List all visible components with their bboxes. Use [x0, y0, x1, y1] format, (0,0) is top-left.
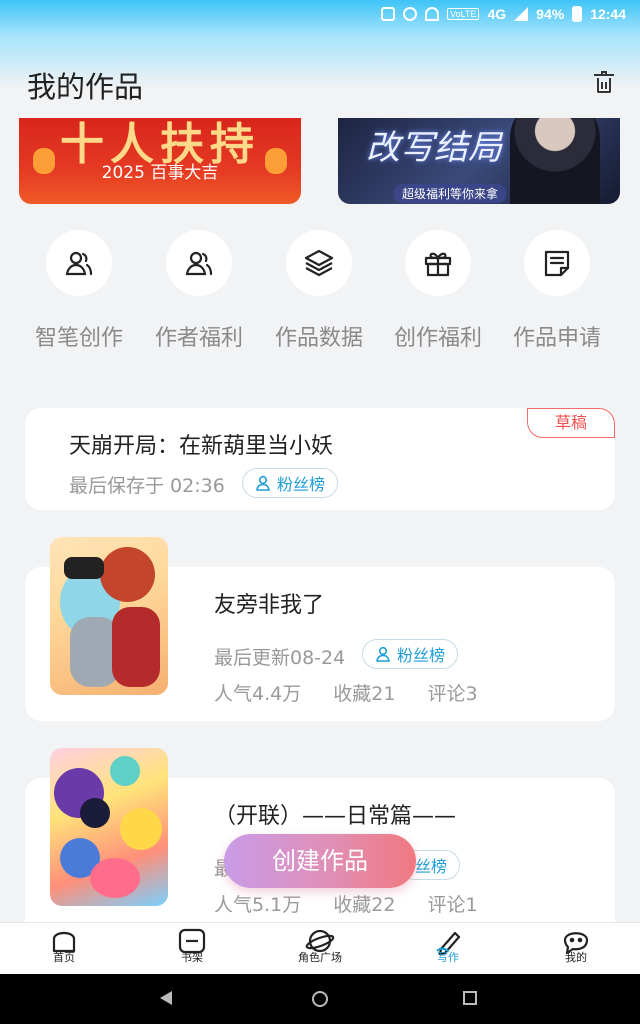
tab-writing[interactable]: 写作 — [408, 927, 488, 965]
action-label: 作品申请 — [512, 326, 601, 351]
status-bar: VoLTE 4G 94% 12:44 — [0, 0, 640, 28]
work-title: （开联）——日常篇—— — [214, 804, 457, 829]
banner-right-title: 改写结局 — [366, 128, 502, 168]
draft-badge: 草稿 — [527, 408, 615, 438]
wifi-icon — [425, 7, 440, 21]
action-label: 作品数据 — [274, 326, 363, 351]
draft-saved-time: 最后保存于 02:36 — [69, 475, 225, 497]
page-header: 我的作品 — [0, 56, 640, 112]
user-pen-icon — [46, 230, 112, 296]
action-label: 作者福利 — [154, 326, 243, 351]
home-button-icon[interactable] — [312, 991, 328, 1007]
promo-banner-left[interactable]: 十人扶持 2025 百事大吉 — [19, 118, 301, 204]
fans-rank-label: 丝榜 — [415, 857, 448, 876]
tab-home[interactable]: 首页 — [24, 927, 104, 965]
signal-icon — [514, 7, 529, 21]
draft-title: 天崩开局：在新葫里当小妖 — [69, 434, 334, 459]
action-label: 创作福利 — [393, 326, 482, 351]
comments: 评论3 — [427, 683, 478, 705]
action-work-data[interactable]: 作品数据 — [259, 230, 379, 352]
work-cover-image[interactable] — [50, 537, 168, 695]
banner-character-image — [510, 118, 600, 204]
bottom-tab-bar: 首页 书架 角色广场 写作 我的 — [0, 922, 640, 974]
trash-icon[interactable] — [594, 71, 614, 94]
tab-label: 角色广场 — [298, 951, 342, 964]
favorites: 收藏22 — [333, 894, 396, 916]
work-stats: 人气5.1万 收藏22 评论1 — [214, 890, 504, 917]
volte-indicator: VoLTE — [447, 8, 480, 20]
popularity: 人气4.4万 — [214, 683, 302, 705]
tab-me[interactable]: 我的 — [536, 927, 616, 965]
layers-icon — [286, 230, 352, 296]
document-icon — [524, 230, 590, 296]
action-creation-welfare[interactable]: 创作福利 — [378, 230, 498, 352]
popularity: 人气5.1万 — [214, 894, 302, 916]
banner-left-subtitle: 2025 百事大吉 — [101, 163, 219, 183]
tab-label: 写作 — [437, 951, 459, 964]
favorites: 收藏21 — [333, 683, 396, 705]
action-label: 智笔创作 — [34, 326, 123, 351]
page-title: 我的作品 — [27, 70, 144, 104]
network-type: 4G — [487, 6, 507, 22]
tab-label: 首页 — [53, 951, 75, 964]
tab-character-plaza[interactable]: 角色广场 — [280, 927, 360, 965]
action-author-welfare[interactable]: 作者福利 — [139, 230, 259, 352]
action-work-apply[interactable]: 作品申请 — [497, 230, 617, 352]
tab-bookshelf[interactable]: 书架 — [152, 927, 232, 965]
alarm-icon — [403, 7, 418, 21]
work-stats: 人气4.4万 收藏21 评论3 — [214, 679, 504, 706]
work-cover-image[interactable] — [50, 748, 168, 906]
draft-work-card[interactable]: 草稿 天崩开局：在新葫里当小妖 最后保存于 02:36 粉丝榜 — [25, 408, 615, 510]
gift-icon — [405, 230, 471, 296]
system-nav-bar — [0, 974, 640, 1024]
battery-icon — [572, 6, 583, 22]
tab-label: 我的 — [565, 951, 587, 964]
back-icon[interactable] — [160, 991, 172, 1005]
fans-rank-label: 粉丝榜 — [277, 475, 326, 494]
comments: 评论1 — [427, 894, 478, 916]
clock: 12:44 — [590, 6, 626, 22]
recent-apps-icon[interactable] — [463, 991, 477, 1005]
work-title: 友旁非我了 — [214, 593, 325, 618]
banner-right-subtitle: 超级福利等你来拿 — [394, 184, 507, 203]
fans-rank-button[interactable]: 粉丝榜 — [242, 468, 339, 498]
fans-rank-button[interactable]: 粉丝榜 — [362, 639, 459, 669]
create-work-button[interactable]: 创建作品 — [224, 834, 416, 888]
promo-banner-right[interactable]: 改写结局 超级福利等你来拿 — [338, 118, 620, 204]
fans-rank-label: 粉丝榜 — [397, 646, 446, 665]
battery-percent: 94% — [536, 6, 565, 22]
fans-icon — [256, 475, 270, 491]
fans-icon — [376, 646, 390, 662]
users-icon — [166, 230, 232, 296]
vibrate-icon — [381, 7, 396, 21]
action-zhibi-create[interactable]: 智笔创作 — [19, 230, 139, 352]
tab-label: 书架 — [181, 951, 203, 964]
work-updated: 最后更新08-24 — [214, 647, 346, 669]
